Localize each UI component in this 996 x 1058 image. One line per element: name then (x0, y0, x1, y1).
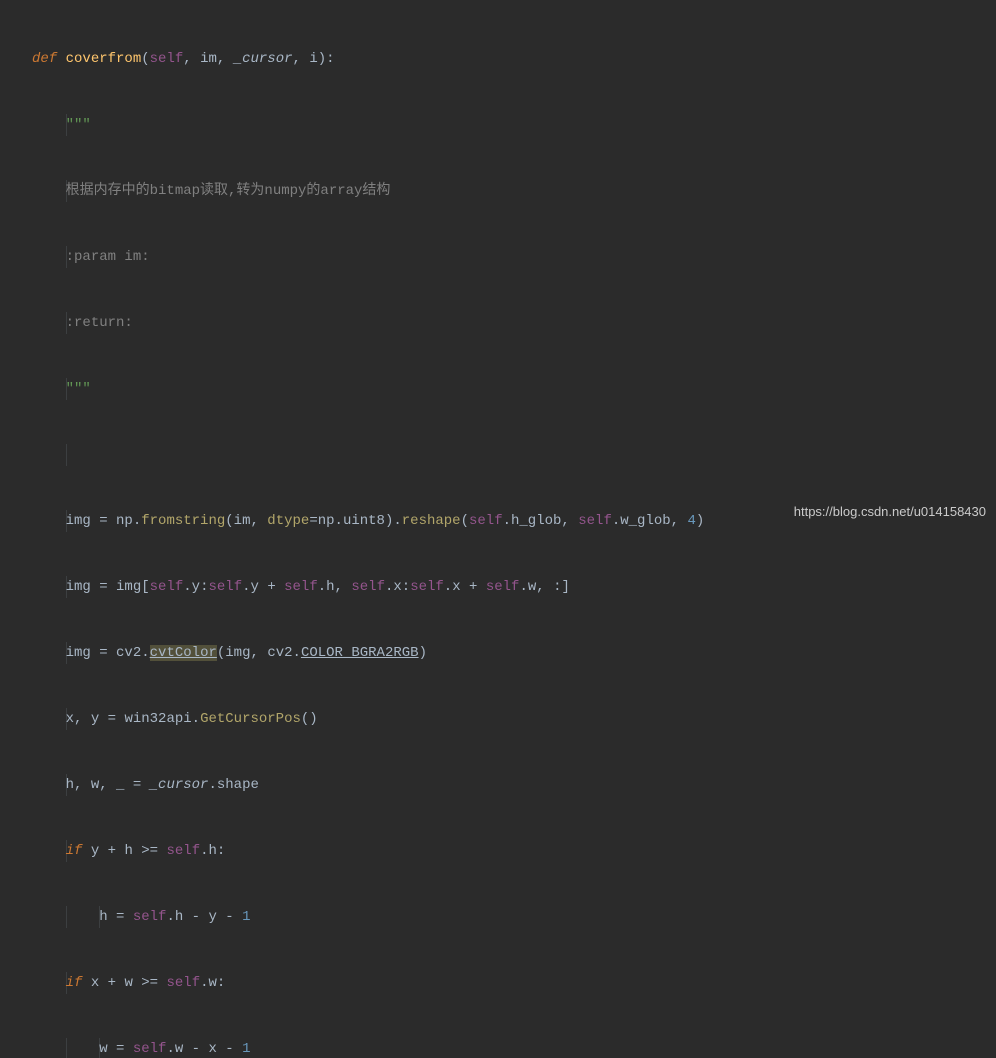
code-line: h, w, _ = _cursor.shape (8, 774, 996, 796)
watermark-text: https://blog.csdn.net/u014158430 (794, 501, 986, 523)
code-line: img = cv2.cvtColor(img, cv2.COLOR_BGRA2R… (8, 642, 996, 664)
code-line (8, 444, 996, 466)
docstring-quote: """ (66, 381, 91, 397)
code-line: def coverfrom(self, im, _cursor, i): (8, 48, 996, 70)
function-name: coverfrom (66, 51, 142, 67)
code-line: if y + h >= self.h: (8, 840, 996, 862)
docstring-param: :param im: (66, 249, 150, 265)
docstring-return: :return: (66, 315, 133, 331)
code-line: w = self.w - x - 1 (8, 1038, 996, 1058)
keyword-def: def (32, 51, 66, 67)
code-line: """ (8, 378, 996, 400)
code-line: img = img[self.y:self.y + self.h, self.x… (8, 576, 996, 598)
code-editor[interactable]: def coverfrom(self, im, _cursor, i): """… (0, 0, 996, 1058)
docstring-text: 根据内存中的bitmap读取,转为numpy的array结构 (66, 183, 391, 199)
code-line: :return: (8, 312, 996, 334)
code-line: x, y = win32api.GetCursorPos() (8, 708, 996, 730)
code-line: 根据内存中的bitmap读取,转为numpy的array结构 (8, 180, 996, 202)
code-line: if x + w >= self.w: (8, 972, 996, 994)
code-line: h = self.h - y - 1 (8, 906, 996, 928)
code-line: """ (8, 114, 996, 136)
warning-highlight: cvtColor (150, 645, 217, 661)
docstring-quote: """ (66, 117, 91, 133)
code-line: :param im: (8, 246, 996, 268)
